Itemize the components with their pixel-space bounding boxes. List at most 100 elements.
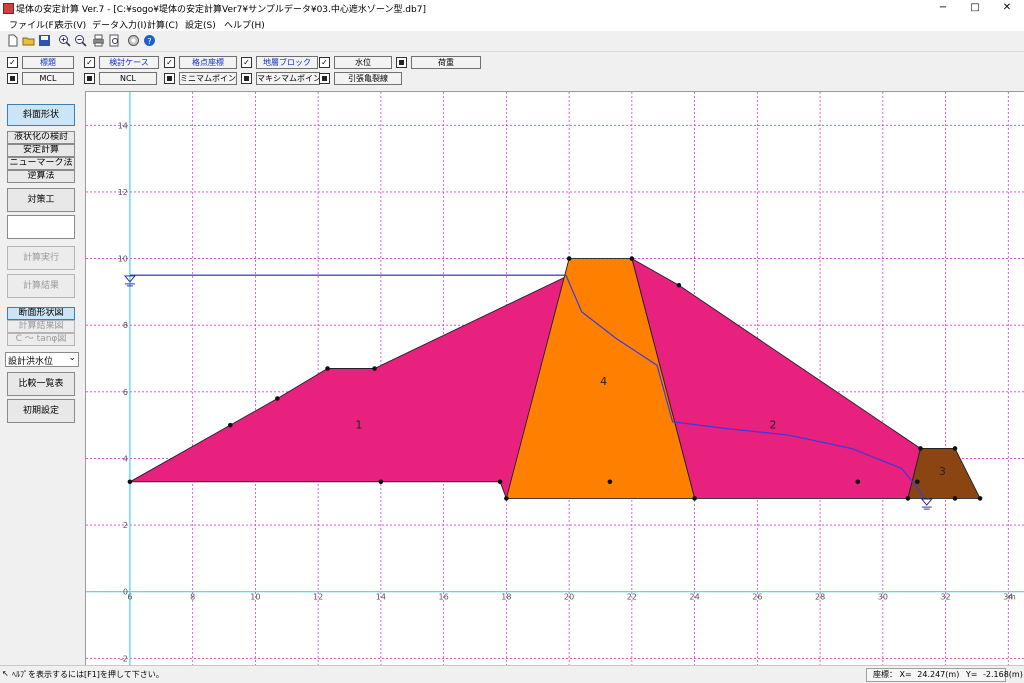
coord-x-value: 24.247(m)	[917, 670, 960, 679]
section-plot-area[interactable]: 1 2 3 4 6 8 10 12 14 16 18 20 22 24 26 28 30 32 34 m -2 0 2 4 6 8…	[85, 91, 1024, 666]
compare-table-button[interactable]: 比較一覧表	[7, 372, 75, 396]
layer2-button-0[interactable]: MCL	[22, 72, 74, 85]
node-point	[504, 496, 509, 501]
x-tick-label: 14	[376, 593, 386, 602]
water-level-select[interactable]: 設計洪水位 ⌄	[5, 352, 79, 367]
layer2-checkbox-2[interactable]	[164, 73, 175, 84]
soil-block-1	[128, 274, 570, 500]
run-calculation-button[interactable]: 計算実行	[7, 246, 75, 270]
new-icon[interactable]	[6, 34, 19, 47]
window-title: 堤体の安定計算 Ver.7 - [C:¥sogo¥堤体の安定計算Ver7¥サンプ…	[16, 5, 426, 15]
layer-button-2[interactable]: 格点座標	[179, 56, 237, 69]
x-tick-label: 10	[250, 593, 260, 602]
layer-checkbox-0[interactable]: ✓	[7, 57, 18, 68]
menu-calculation[interactable]: 計算(C)	[147, 18, 178, 31]
layer-checkbox-2[interactable]: ✓	[164, 57, 175, 68]
open-icon[interactable]	[22, 34, 35, 47]
layer2-button-2[interactable]: ミニマムポイント	[179, 72, 237, 85]
y-tick-label: 0	[123, 588, 128, 597]
layer2-button-4[interactable]: 引張亀裂線	[334, 72, 402, 85]
layer-button-4[interactable]: 水位	[334, 56, 392, 69]
print-preview-icon[interactable]	[108, 34, 121, 47]
coord-y-label: Y=	[965, 670, 978, 679]
y-tick-label: 6	[123, 388, 128, 397]
layer-button-5[interactable]: 荷重	[411, 56, 481, 69]
layer-toggle-row-2: MCL NCL ミニマムポイント マキシマムポイント 引張亀裂線	[0, 72, 1024, 85]
layer2-checkbox-1[interactable]	[84, 73, 95, 84]
x-tick-label: 24	[690, 593, 700, 602]
section-view-button[interactable]: 断面形状図	[7, 307, 75, 320]
menu-data-input[interactable]: データ入力(I)	[92, 18, 147, 31]
status-message: ﾍﾙﾌﾟを表示するには[F1]を押して下さい。	[12, 670, 164, 679]
layer-checkbox-4[interactable]: ✓	[319, 57, 330, 68]
close-button[interactable]: ✕	[992, 0, 1022, 16]
maximize-button[interactable]: □	[960, 0, 990, 16]
layer-checkbox-3[interactable]: ✓	[241, 57, 252, 68]
settings-icon[interactable]	[127, 34, 140, 47]
x-tick-label: 16	[439, 593, 449, 602]
coord-y-value: -2.168(m)	[983, 670, 1023, 679]
layer2-button-1[interactable]: NCL	[99, 72, 157, 85]
menu-file[interactable]: ファイル(F)	[9, 18, 57, 31]
y-tick-label: -2	[120, 654, 128, 663]
init-settings-button[interactable]: 初期設定	[7, 399, 75, 423]
zoom-in-icon[interactable]	[58, 34, 71, 47]
node-point	[855, 479, 861, 485]
node-point	[918, 446, 923, 451]
toolbar: ?	[0, 31, 1024, 52]
node-point	[497, 479, 503, 485]
x-tick-label: 22	[627, 593, 637, 602]
slope-shape-button[interactable]: 斜面形状	[7, 104, 75, 126]
app-icon	[3, 3, 14, 14]
layer-button-1[interactable]: 検討ケース	[99, 56, 159, 69]
print-icon[interactable]	[92, 34, 105, 47]
y-tick-label: 10	[118, 255, 128, 264]
layer2-checkbox-4[interactable]	[319, 73, 330, 84]
liquefaction-button[interactable]: 液状化の検討	[7, 131, 75, 144]
x-tick-label: 20	[564, 593, 574, 602]
minimize-button[interactable]: −	[928, 0, 958, 16]
node-point	[275, 396, 280, 401]
node-point	[676, 282, 682, 288]
svg-text:?: ?	[147, 37, 151, 46]
inverse-analysis-button[interactable]: 逆算法	[7, 170, 75, 183]
layer-checkbox-1[interactable]: ✓	[84, 57, 95, 68]
zoom-out-icon[interactable]	[74, 34, 87, 47]
stability-button[interactable]: 安定計算	[7, 144, 75, 157]
node-point	[692, 496, 697, 501]
layer-button-0[interactable]: 標題	[22, 56, 74, 69]
node-point	[607, 479, 613, 485]
node-point	[127, 479, 133, 485]
layer2-checkbox-3[interactable]	[241, 73, 252, 84]
countermeasure-button[interactable]: 対策工	[7, 188, 75, 212]
y-tick-label: 14	[118, 121, 128, 130]
x-tick-label: 12	[313, 593, 323, 602]
help-icon[interactable]: ?	[143, 34, 156, 47]
c-tan-view-button[interactable]: C ～ tanφ図	[7, 333, 75, 346]
layer-checkbox-5[interactable]	[396, 57, 407, 68]
x-tick-label: 32	[940, 593, 950, 602]
cross-section-chart: 1 2346 8 10 12 14 16 18 20 22 24 26 28 30 32 34m-202468…	[86, 92, 1024, 665]
x-tick-label: 6	[127, 593, 132, 602]
node-point	[977, 496, 983, 501]
calculation-result-button[interactable]: 計算結果	[7, 274, 75, 298]
y-tick-label: 8	[123, 321, 128, 330]
layer2-button-3[interactable]: マキシマムポイント	[256, 72, 320, 85]
menu-view[interactable]: 表示(V)	[55, 18, 86, 31]
x-axis-unit: m	[1008, 593, 1016, 602]
newmark-button[interactable]: ニューマーク法	[7, 157, 75, 170]
y-tick-label: 2	[123, 521, 128, 530]
x-tick-label: 30	[878, 593, 888, 602]
layer2-checkbox-0[interactable]	[7, 73, 18, 84]
blank-panel	[7, 215, 75, 239]
x-tick-label: 28	[815, 593, 825, 602]
save-icon[interactable]	[38, 34, 51, 47]
sidebar: 斜面形状 液状化の検討 安定計算 ニューマーク法 逆算法 対策工 計算実行 計算…	[0, 91, 82, 664]
node-point	[629, 256, 635, 261]
layer-button-3[interactable]: 地層ブロック	[256, 56, 318, 69]
menu-help[interactable]: ヘルプ(H)	[224, 18, 265, 31]
result-view-button[interactable]: 計算結果図	[7, 320, 75, 333]
chevron-down-icon: ⌄	[68, 353, 76, 363]
menu-settings[interactable]: 設定(S)	[185, 18, 216, 31]
y-tick-label: 4	[123, 454, 128, 463]
